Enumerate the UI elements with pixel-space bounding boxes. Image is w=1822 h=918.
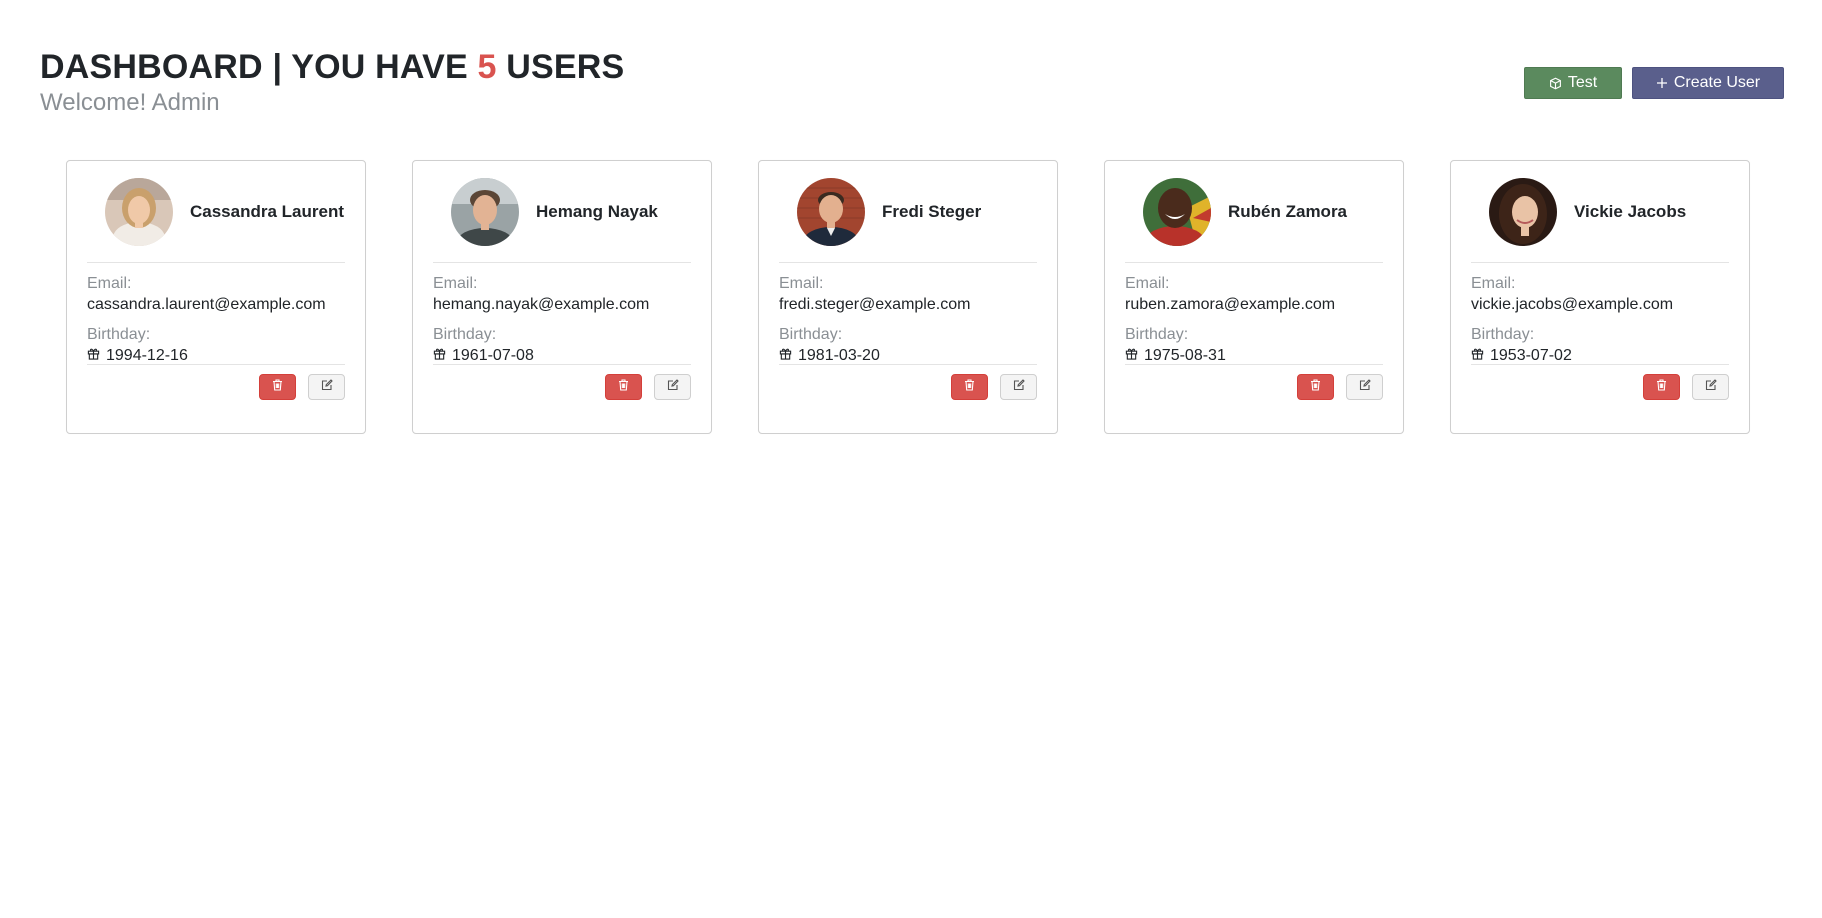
birthday-label: Birthday: xyxy=(1125,326,1189,343)
page-title: DASHBOARD | YOU HAVE 5 USERS xyxy=(40,47,624,87)
birthday-label: Birthday: xyxy=(433,326,497,343)
header-actions: Test Create User xyxy=(1524,67,1784,99)
birthday-value: 1953-07-02 xyxy=(1490,347,1572,364)
user-card: Rubén Zamora Email: ruben.zamora@example… xyxy=(1104,160,1404,434)
user-card-header: Rubén Zamora xyxy=(1125,161,1383,263)
create-user-label: Create User xyxy=(1673,74,1761,91)
plus-icon xyxy=(1656,77,1668,89)
edit-icon xyxy=(667,378,679,396)
user-card-actions xyxy=(87,365,345,400)
avatar xyxy=(797,177,865,246)
birthday-row: 1975-08-31 xyxy=(1125,345,1383,366)
user-card-body: Email: vickie.jacobs@example.com Birthda… xyxy=(1471,263,1729,365)
delete-user-button[interactable] xyxy=(259,374,296,400)
birthday-row: 1953-07-02 xyxy=(1471,345,1729,366)
user-card-body: Email: fredi.steger@example.com Birthday… xyxy=(779,263,1037,365)
email-label: Email: xyxy=(433,275,478,292)
user-name: Fredi Steger xyxy=(882,201,982,221)
user-name: Vickie Jacobs xyxy=(1574,201,1687,221)
title-prefix: DASHBOARD | YOU HAVE xyxy=(40,48,468,86)
email-value: ruben.zamora@example.com xyxy=(1125,296,1336,313)
user-card-body: Email: hemang.nayak@example.com Birthday… xyxy=(433,263,691,365)
welcome-text: Welcome! Admin xyxy=(40,89,220,116)
user-card-actions xyxy=(433,365,691,400)
gift-icon xyxy=(1471,345,1484,366)
edit-user-button[interactable] xyxy=(654,374,691,400)
email-label: Email: xyxy=(1125,275,1170,292)
delete-user-button[interactable] xyxy=(605,374,642,400)
edit-icon xyxy=(321,378,333,396)
edit-icon xyxy=(1705,378,1717,396)
edit-user-button[interactable] xyxy=(1692,374,1729,400)
cube-icon xyxy=(1549,77,1562,90)
birthday-value: 1975-08-31 xyxy=(1144,347,1226,364)
avatar xyxy=(451,177,519,246)
trash-icon xyxy=(272,378,283,396)
trash-icon xyxy=(1656,378,1667,396)
user-card-actions xyxy=(1125,365,1383,400)
user-card-header: Fredi Steger xyxy=(779,161,1037,263)
edit-icon xyxy=(1013,378,1025,396)
trash-icon xyxy=(618,378,629,396)
user-card: Vickie Jacobs Email: vickie.jacobs@examp… xyxy=(1450,160,1750,434)
user-card: Cassandra Laurent Email: cassandra.laure… xyxy=(66,160,366,434)
delete-user-button[interactable] xyxy=(1643,374,1680,400)
email-value: fredi.steger@example.com xyxy=(779,296,971,313)
user-card-header: Cassandra Laurent xyxy=(87,161,345,263)
edit-icon xyxy=(1359,378,1371,396)
gift-icon xyxy=(433,345,446,366)
user-card-header: Hemang Nayak xyxy=(433,161,691,263)
page-header: DASHBOARD | YOU HAVE 5 USERS Welcome! Ad… xyxy=(40,47,624,117)
user-name: Cassandra Laurent xyxy=(190,201,344,221)
user-card-header: Vickie Jacobs xyxy=(1471,161,1729,263)
avatar xyxy=(1489,177,1557,246)
delete-user-button[interactable] xyxy=(951,374,988,400)
avatar xyxy=(105,177,173,246)
user-card: Hemang Nayak Email: hemang.nayak@example… xyxy=(412,160,712,434)
birthday-value: 1981-03-20 xyxy=(798,347,880,364)
birthday-row: 1994-12-16 xyxy=(87,345,345,366)
edit-user-button[interactable] xyxy=(1346,374,1383,400)
user-name: Rubén Zamora xyxy=(1228,201,1348,221)
user-count: 5 xyxy=(477,48,497,86)
title-suffix: USERS xyxy=(506,48,625,86)
birthday-label: Birthday: xyxy=(779,326,843,343)
user-card: Fredi Steger Email: fredi.steger@example… xyxy=(758,160,1058,434)
birthday-value: 1994-12-16 xyxy=(106,347,188,364)
email-value: vickie.jacobs@example.com xyxy=(1471,296,1674,313)
delete-user-button[interactable] xyxy=(1297,374,1334,400)
user-card-actions xyxy=(779,365,1037,400)
email-label: Email: xyxy=(87,275,132,292)
email-value: cassandra.laurent@example.com xyxy=(87,296,326,313)
birthday-label: Birthday: xyxy=(1471,326,1535,343)
gift-icon xyxy=(87,345,100,366)
birthday-row: 1961-07-08 xyxy=(433,345,691,366)
email-label: Email: xyxy=(1471,275,1516,292)
gift-icon xyxy=(779,345,792,366)
trash-icon xyxy=(964,378,975,396)
gift-icon xyxy=(1125,345,1138,366)
test-button[interactable]: Test xyxy=(1524,67,1622,99)
birthday-value: 1961-07-08 xyxy=(452,347,534,364)
trash-icon xyxy=(1310,378,1321,396)
email-label: Email: xyxy=(779,275,824,292)
user-card-list: Cassandra Laurent Email: cassandra.laure… xyxy=(66,160,1750,434)
birthday-row: 1981-03-20 xyxy=(779,345,1037,366)
edit-user-button[interactable] xyxy=(1000,374,1037,400)
edit-user-button[interactable] xyxy=(308,374,345,400)
avatar xyxy=(1143,177,1211,246)
birthday-label: Birthday: xyxy=(87,326,151,343)
user-name: Hemang Nayak xyxy=(536,201,658,221)
user-card-body: Email: ruben.zamora@example.com Birthday… xyxy=(1125,263,1383,365)
create-user-button[interactable]: Create User xyxy=(1632,67,1784,99)
user-card-body: Email: cassandra.laurent@example.com Bir… xyxy=(87,263,345,365)
email-value: hemang.nayak@example.com xyxy=(433,296,650,313)
user-card-actions xyxy=(1471,365,1729,400)
test-button-label: Test xyxy=(1567,74,1598,91)
